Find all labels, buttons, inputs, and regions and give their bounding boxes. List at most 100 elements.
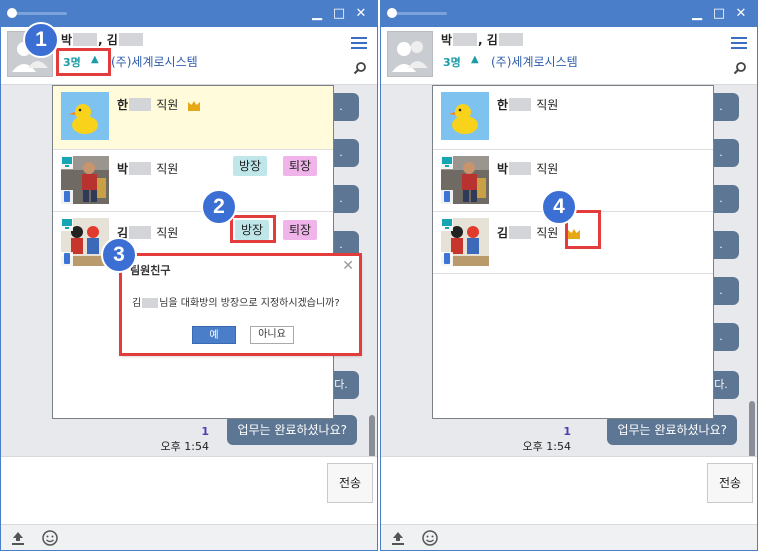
member-row[interactable]: 박 직원 방장 퇴장 [53,150,333,212]
send-button[interactable]: 전송 [327,463,373,503]
member-role: 직원 [156,226,179,240]
message-bubble-main: 업무는 완료하셨나요? [227,415,357,445]
kick-member-button[interactable]: 퇴장 [283,156,318,176]
member-name-text: 박 [117,162,129,176]
device-icons [61,156,73,204]
message-meta: 1 오후 1:54 [523,425,571,454]
step-marker-2: 2 [201,189,237,225]
member-role: 직원 [536,226,559,240]
blurred-name [509,226,532,239]
device-icons [61,218,73,266]
chat-window-right: ▁ □ ✕ 박, 김 3명 ▲ (주)세계로시스템 . . . . . 다. .… [380,0,758,551]
step-marker-3: 3 [101,237,137,273]
member-name-text: 한 [497,98,509,112]
blurred-name [509,162,532,175]
highlight-box-member-count [56,48,111,76]
profile-photo-duck [441,92,489,140]
hamburger-menu-icon[interactable] [351,37,367,51]
step-marker-1: 1 [23,22,59,58]
message-time: 오후 1:54 [160,440,209,453]
window-maximize-icon[interactable]: □ [331,6,347,22]
assign-owner-button[interactable]: 방장 [233,156,268,176]
message-time: 오후 1:54 [522,440,571,453]
scrollbar-thumb[interactable] [369,415,375,459]
slider-knob[interactable] [387,8,397,18]
room-title-separator: , [478,33,483,47]
search-icon[interactable] [353,61,367,75]
send-button[interactable]: 전송 [707,463,753,503]
chat-window-left: ▁ □ ✕ 박, 김 3명 ▲ (주)세계로시스템 . . . . 다. 1 오… [0,0,378,551]
member-role: 직원 [536,162,559,176]
opacity-slider[interactable] [7,8,67,18]
room-title: 박, 김 [441,31,524,48]
bottom-toolbar [1,524,377,550]
scrollbar-thumb[interactable] [749,401,755,459]
member-name: 한 직원 [117,96,201,114]
blurred-name [73,33,98,46]
member-row[interactable]: 한 직원 [53,86,333,150]
crown-icon [187,100,201,114]
slider-track [393,12,447,15]
slider-track [13,12,67,15]
member-list-panel: 한 직원 박 직원 김 직원 [432,85,714,419]
profile-photo-duck [61,92,109,140]
room-title-name2: 김 [106,33,118,47]
room-title: 박, 김 [61,31,144,48]
member-name-text: 한 [117,98,129,112]
blurred-name [129,162,152,175]
default-avatar-icon [387,31,433,77]
member-role: 직원 [536,98,559,112]
upload-icon[interactable] [389,529,407,547]
window-minimize-icon[interactable]: ▁ [309,6,325,22]
toggle-members-icon[interactable]: ▲ [471,54,479,65]
read-count: 1 [201,425,209,438]
window-maximize-icon[interactable]: □ [711,6,727,22]
member-name: 한 직원 [497,96,558,113]
member-row[interactable]: 한 직원 [433,86,713,150]
opacity-slider[interactable] [387,8,447,18]
room-title-name2: 김 [486,33,498,47]
chat-header: 박, 김 3명 ▲ (주)세계로시스템 [381,27,757,85]
highlight-box-owner-button [230,215,276,243]
blurred-name [509,98,532,111]
emoticon-icon[interactable] [41,529,59,547]
message-input-area[interactable]: 전송 [381,456,757,524]
member-role: 직원 [156,162,179,176]
highlight-box-dialog [119,253,362,356]
emoticon-icon[interactable] [421,529,439,547]
room-title-separator: , [98,33,103,47]
window-close-icon[interactable]: ✕ [353,6,369,22]
blurred-name [129,226,152,239]
hamburger-menu-icon[interactable] [731,37,747,51]
room-title-name1: 박 [61,33,73,47]
kick-member-button[interactable]: 퇴장 [283,220,318,240]
member-name: 박 직원 [497,160,558,177]
slider-knob[interactable] [7,8,17,18]
message-input-area[interactable]: 전송 [1,456,377,524]
member-name: 박 직원 [117,160,178,177]
message-bubble-main: 업무는 완료하셨나요? [607,415,737,445]
organization-name: (주)세계로시스템 [111,55,198,69]
step-marker-4: 4 [541,189,577,225]
blurred-name [129,98,152,111]
search-icon[interactable] [733,61,747,75]
read-count: 1 [563,425,571,438]
blurred-name [453,33,478,46]
message-meta: 1 오후 1:54 [161,425,209,454]
member-name-text: 김 [497,226,509,240]
member-list-panel: 한 직원 박 직원 방장 퇴장 김 직원 방장 퇴장 [52,85,334,419]
bottom-toolbar [381,524,757,550]
device-icons [441,156,453,204]
organization-name: (주)세계로시스템 [491,55,578,69]
blurred-name [118,33,143,46]
title-bar: ▁ □ ✕ [1,1,377,27]
room-title-name1: 박 [441,33,453,47]
member-role: 직원 [156,98,179,112]
title-bar: ▁ □ ✕ [381,1,757,27]
member-count[interactable]: 3명 [443,54,461,70]
window-close-icon[interactable]: ✕ [733,6,749,22]
upload-icon[interactable] [9,529,27,547]
blurred-name [498,33,523,46]
device-icons [441,218,453,266]
window-minimize-icon[interactable]: ▁ [689,6,705,22]
